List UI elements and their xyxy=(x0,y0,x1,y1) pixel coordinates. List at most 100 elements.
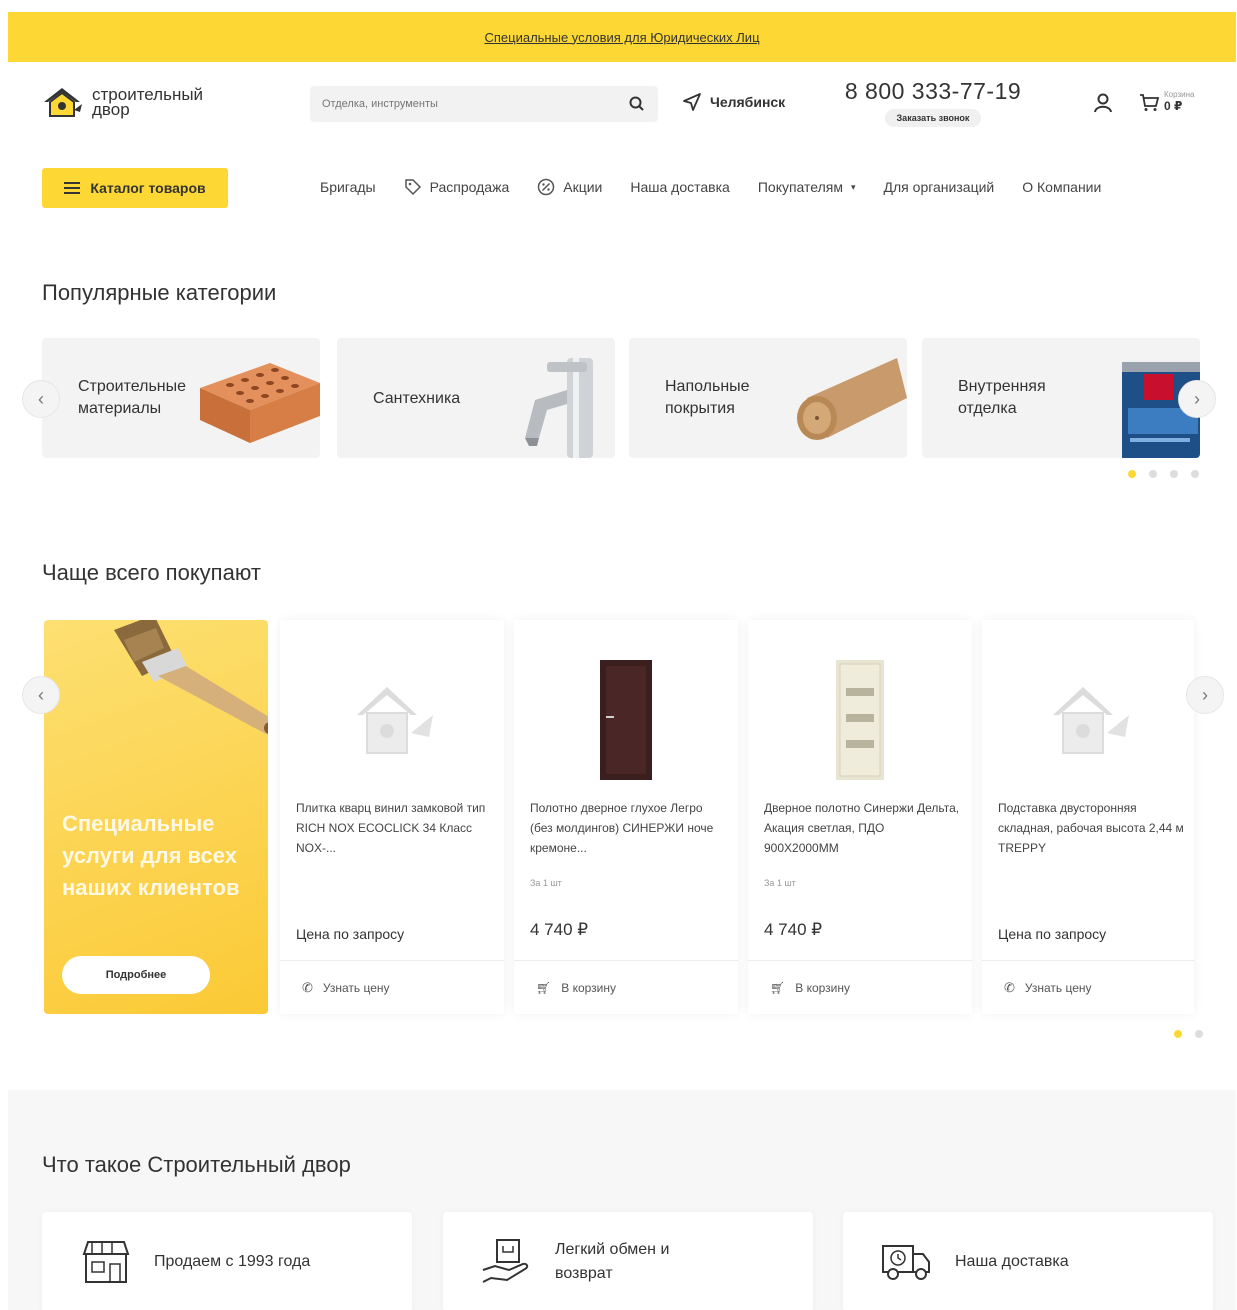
add-to-cart-button[interactable]: 🛒︎ В корзину xyxy=(748,960,972,1014)
cart-icon: 🛒︎ xyxy=(536,980,552,995)
placeholder-birdhouse-icon xyxy=(357,687,433,754)
promo-banner: Специальные услуги для всех наших клиент… xyxy=(44,620,268,1014)
main-nav: Каталог товаров Бригады Распродажа Акции… xyxy=(0,168,1237,210)
nav-brigades[interactable]: Бригады xyxy=(320,178,376,196)
nav-customers[interactable]: Покупателям ▾ xyxy=(758,178,856,196)
bestsellers-title: Чаще всего покупают xyxy=(42,560,261,585)
nav-sale[interactable]: Распродажа xyxy=(404,178,510,196)
paintbrush-image xyxy=(114,620,268,735)
product-name[interactable]: Подставка двусторонняя складная, рабочая… xyxy=(998,798,1184,858)
caret-down-icon: ▾ xyxy=(851,181,856,192)
chevron-left-icon: ‹ xyxy=(38,684,44,705)
product-image xyxy=(982,650,1194,790)
return-exchange-icon xyxy=(482,1239,529,1283)
cart-label: Корзина xyxy=(1164,90,1195,99)
pagination-dot[interactable] xyxy=(1149,470,1157,478)
product-unit: За 1 шт xyxy=(530,878,562,888)
products-pagination xyxy=(1174,1030,1203,1038)
category-card[interactable]: Сантехника xyxy=(337,338,615,458)
promo-title: Специальные услуги для всех наших клиент… xyxy=(62,811,240,900)
cart-icon: 🛒︎ xyxy=(770,980,786,995)
product-card[interactable]: Полотно дверное глухое Легро (без молдин… xyxy=(514,620,738,1014)
category-label: Строительные материалы xyxy=(78,378,187,417)
search-input[interactable] xyxy=(322,98,628,110)
user-icon[interactable] xyxy=(1092,92,1114,114)
products-next-button[interactable]: › xyxy=(1186,676,1224,714)
about-card: Легкий обмен и возврат xyxy=(443,1212,813,1310)
category-card[interactable]: Внутренняя отделка xyxy=(922,338,1200,458)
nav-label: Покупателям xyxy=(757,179,843,195)
legal-entities-link[interactable]: Специальные условия для Юридических Лиц xyxy=(484,30,759,45)
nav-delivery[interactable]: Наша доставка xyxy=(630,178,729,196)
nav-label: Для организаций xyxy=(883,179,995,195)
action-label: В корзину xyxy=(795,980,851,995)
header: строительный двор Челябинск 8 800 333-77… xyxy=(0,62,1237,152)
cork-roll-image xyxy=(797,358,907,440)
light-door-image xyxy=(836,660,884,780)
ask-price-button[interactable]: ✆ Узнать цену xyxy=(280,960,504,1014)
nav-promotions[interactable]: Акции xyxy=(537,178,602,196)
products-prev-button[interactable]: ‹ xyxy=(22,676,60,714)
pagination-dot[interactable] xyxy=(1174,1030,1182,1038)
product-price: Цена по запросу xyxy=(998,926,1107,942)
menu-icon xyxy=(64,182,81,194)
catalog-label: Каталог товаров xyxy=(90,180,206,196)
product-card[interactable]: Плитка кварц винил замковой тип RICH NOX… xyxy=(280,620,504,1014)
nav-company[interactable]: О Компании xyxy=(1022,178,1101,196)
callback-button[interactable]: Заказать звонок xyxy=(884,109,982,127)
about-label: Легкий обмен и возврат xyxy=(555,1241,670,1282)
logo[interactable]: строительный двор xyxy=(40,84,222,120)
phone-icon: ✆ xyxy=(302,979,313,995)
add-to-cart-button[interactable]: 🛒︎ В корзину xyxy=(514,960,738,1014)
ask-price-button[interactable]: ✆ Узнать цену xyxy=(982,960,1194,1014)
pagination-dot[interactable] xyxy=(1128,470,1136,478)
about-title: Что такое Строительный двор xyxy=(42,1152,351,1177)
pagination-dot[interactable] xyxy=(1191,470,1199,478)
product-price: 4 740 ₽ xyxy=(764,920,823,939)
search-box[interactable] xyxy=(310,86,658,122)
faucet-image xyxy=(525,358,593,458)
phone-block: 8 800 333-77-19 Заказать звонок xyxy=(838,78,1028,127)
popular-title: Популярные категории xyxy=(42,280,277,305)
about-card: Продаем с 1993 года xyxy=(42,1212,412,1310)
nav-label: Наша доставка xyxy=(630,179,730,195)
nav-label: Распродажа xyxy=(429,179,510,195)
cart-total: 0 ₽ xyxy=(1164,99,1183,113)
category-label: Сантехника xyxy=(373,390,461,407)
action-label: В корзину xyxy=(561,980,617,995)
cart[interactable]: Корзина 0 ₽ xyxy=(1138,90,1194,113)
dark-door-image xyxy=(600,660,652,780)
product-image xyxy=(514,650,738,790)
nav-label: О Компании xyxy=(1022,179,1102,195)
about-label: Наша доставка xyxy=(955,1253,1069,1270)
category-card[interactable]: Строительные материалы xyxy=(42,338,320,458)
chevron-right-icon: › xyxy=(1194,388,1200,409)
city-selector[interactable]: Челябинск xyxy=(682,92,785,112)
pagination-dot[interactable] xyxy=(1170,470,1178,478)
category-label: Внутренняя отделка xyxy=(958,378,1046,417)
search-icon[interactable] xyxy=(628,95,646,113)
product-card[interactable]: Подставка двусторонняя складная, рабочая… xyxy=(982,620,1194,1014)
placeholder-birdhouse-icon xyxy=(1053,687,1129,754)
product-card[interactable]: Дверное полотно Синержи Дельта, Акация с… xyxy=(748,620,972,1014)
location-arrow-icon xyxy=(683,93,701,111)
nav-organizations[interactable]: Для организаций xyxy=(884,178,995,196)
product-image xyxy=(280,650,504,790)
product-unit: За 1 шт xyxy=(764,878,796,888)
category-label: Напольные покрытия xyxy=(665,378,750,417)
carousel-prev-button[interactable]: ‹ xyxy=(22,380,60,418)
category-card[interactable]: Напольные покрытия xyxy=(629,338,907,458)
catalog-button[interactable]: Каталог товаров xyxy=(42,168,228,208)
brick-image xyxy=(200,363,320,443)
carousel-next-button[interactable]: › xyxy=(1178,380,1216,418)
product-name[interactable]: Дверное полотно Синержи Дельта, Акация с… xyxy=(764,798,960,858)
cart-icon xyxy=(1140,93,1160,111)
product-name[interactable]: Полотно дверное глухое Легро (без молдин… xyxy=(530,798,726,858)
about-card: Наша доставка xyxy=(843,1212,1213,1310)
pagination-dot[interactable] xyxy=(1195,1030,1203,1038)
promo-more-button[interactable]: Подробнее xyxy=(62,956,210,994)
action-label: Узнать цену xyxy=(1024,980,1092,995)
phone-number[interactable]: 8 800 333-77-19 xyxy=(838,78,1028,105)
product-name[interactable]: Плитка кварц винил замковой тип RICH NOX… xyxy=(296,798,492,858)
house-logo-icon xyxy=(44,88,82,117)
